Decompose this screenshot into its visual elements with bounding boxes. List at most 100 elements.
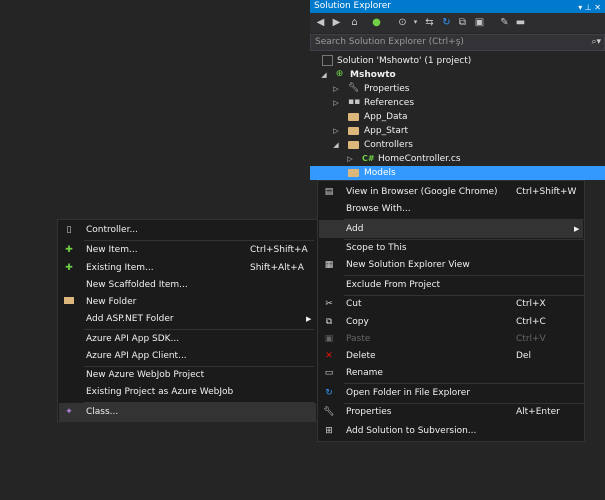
submenu-arrow-icon: ▶	[574, 225, 580, 233]
tree-item-properties[interactable]: ▷ 🔧︎ Properties	[310, 82, 605, 96]
tree-item-label: App_Data	[364, 112, 408, 122]
paste-icon: ▣	[324, 334, 334, 344]
collapsed-arrow-icon[interactable]: ▷	[332, 124, 340, 138]
tree-item-controllers[interactable]: ◢ Controllers	[310, 138, 605, 152]
menu-item-open-folder-in-file-explorer[interactable]: ↻ Open Folder in File Explorer	[319, 384, 583, 402]
folder-icon	[348, 141, 359, 149]
tree-item-label: Controllers	[364, 140, 413, 150]
preview-icon[interactable]: ▬	[514, 16, 527, 29]
properties-wrench-icon[interactable]: ✎	[498, 16, 511, 29]
existing-item-icon: ✚	[65, 263, 73, 273]
menu-item-label: New Scaffolded Item...	[86, 280, 188, 290]
collapsed-arrow-icon[interactable]: ▷	[332, 82, 340, 96]
menu-item-new-azure-webjob-project[interactable]: New Azure WebJob Project	[59, 366, 316, 384]
submenu-arrow-icon: ▶	[306, 315, 312, 323]
show-all-files-icon[interactable]: ▣	[473, 16, 486, 29]
tree-item-homecontroller[interactable]: ▷ C# HomeController.cs	[310, 152, 605, 166]
menu-item-label: Open Folder in File Explorer	[346, 388, 471, 398]
controller-icon: ▯	[66, 225, 72, 235]
context-menu: ▤ View in Browser (Google Chrome) Ctrl+S…	[317, 180, 585, 442]
menu-item-shortcut: Ctrl+V	[516, 334, 546, 344]
dropdown-arrow-icon[interactable]: ▾	[409, 16, 422, 29]
properties-icon: 🔧︎	[323, 407, 335, 417]
browser-icon: ▤	[324, 187, 334, 197]
tree-item-app-start[interactable]: ▷ App_Start	[310, 124, 605, 138]
subversion-icon: ⊞	[325, 426, 333, 436]
menu-item-label: Browse With...	[346, 204, 411, 214]
expanded-arrow-icon[interactable]: ◢	[320, 68, 328, 82]
rename-icon: ▭	[324, 368, 334, 378]
menu-item-label: New Solution Explorer View	[346, 260, 470, 270]
menu-item-class[interactable]: ✦ Class...	[59, 403, 316, 421]
menu-item-copy[interactable]: ⧉ Copy Ctrl+C	[319, 313, 583, 331]
tree-item-references[interactable]: ▷ ▪▪ References	[310, 96, 605, 110]
menu-item-label: Class...	[86, 407, 119, 417]
forward-icon[interactable]: ▶	[330, 16, 343, 29]
expanded-arrow-icon[interactable]: ◢	[332, 138, 340, 152]
menu-item-properties[interactable]: 🔧︎ Properties Alt+Enter	[319, 403, 583, 421]
menu-item-label: Existing Project as Azure WebJob	[86, 387, 234, 397]
menu-item-new-item[interactable]: ✚ New Item... Ctrl+Shift+A	[59, 241, 316, 259]
menu-item-browse-with[interactable]: Browse With...	[319, 200, 583, 218]
sync-view-icon[interactable]: ⊙	[396, 16, 409, 29]
back-icon[interactable]: ◀	[314, 16, 327, 29]
references-icon: ▪▪	[348, 97, 361, 107]
menu-item-label: Add ASP.NET Folder	[86, 314, 174, 324]
tree-item-label: App_Start	[364, 126, 409, 136]
tree-item-solution[interactable]: Solution 'Mshowto' (1 project)	[310, 54, 605, 68]
menu-item-new-scaffolded-item[interactable]: New Scaffolded Item...	[59, 276, 316, 294]
menu-item-label: Delete	[346, 351, 376, 361]
new-view-icon: ▦	[324, 260, 334, 270]
cut-icon: ✂	[325, 299, 333, 309]
menu-item-azure-api-app-client[interactable]: Azure API App Client...	[59, 347, 316, 365]
tree-item-label: HomeController.cs	[378, 154, 461, 164]
search-input[interactable]: Search Solution Explorer (Ctrl+ş) ⌕▾	[310, 34, 605, 51]
menu-item-label: Cut	[346, 299, 362, 309]
collapsed-arrow-icon[interactable]: ▷	[346, 152, 354, 166]
csharp-file-icon: C#	[362, 154, 375, 163]
new-folder-icon	[63, 296, 75, 308]
tree-item-models[interactable]: Models	[310, 166, 605, 180]
switch-views-icon[interactable]: ⇆	[423, 16, 436, 29]
menu-item-shortcut: Shift+Alt+A	[250, 263, 304, 273]
menu-item-rename[interactable]: ▭ Rename	[319, 364, 583, 382]
collapsed-arrow-icon[interactable]: ▷	[332, 96, 340, 110]
menu-item-add-aspnet-folder[interactable]: Add ASP.NET Folder ▶	[59, 310, 316, 328]
tree-item-label: References	[364, 98, 415, 108]
tree-item-project[interactable]: ◢ ⊕ Mshowto	[310, 68, 605, 82]
menu-item-label: Existing Item...	[86, 263, 154, 273]
menu-item-shortcut: Del	[516, 351, 531, 361]
refresh-icon[interactable]: ↻	[440, 16, 453, 29]
menu-item-label: Scope to This	[346, 243, 407, 253]
tree-item-app-data[interactable]: App_Data	[310, 110, 605, 124]
menu-item-existing-item[interactable]: ✚ Existing Item... Shift+Alt+A	[59, 259, 316, 277]
solution-icon	[322, 55, 333, 66]
solution-explorer-title-bar: Solution Explorer ▾ ⊥ ✕	[310, 0, 605, 13]
menu-item-controller[interactable]: ▯ Controller...	[59, 221, 316, 239]
add-submenu: ▯ Controller... ✚ New Item... Ctrl+Shift…	[57, 219, 318, 422]
menu-item-add[interactable]: Add ▶	[319, 220, 583, 238]
menu-item-paste[interactable]: ▣ Paste Ctrl+V	[319, 330, 583, 348]
menu-item-label: Add	[346, 224, 364, 234]
menu-item-exclude-from-project[interactable]: Exclude From Project	[319, 276, 583, 294]
collapse-all-icon[interactable]: ⧉	[456, 16, 469, 29]
menu-item-cut[interactable]: ✂ Cut Ctrl+X	[319, 295, 583, 313]
menu-item-shortcut: Ctrl+X	[516, 299, 546, 309]
menu-item-view-in-browser[interactable]: ▤ View in Browser (Google Chrome) Ctrl+S…	[319, 183, 583, 201]
menu-item-delete[interactable]: ✕ Delete Del	[319, 347, 583, 365]
menu-item-new-solution-explorer-view[interactable]: ▦ New Solution Explorer View	[319, 256, 583, 274]
copy-icon: ⧉	[325, 317, 333, 327]
menu-item-azure-api-app-sdk[interactable]: Azure API App SDK...	[59, 330, 316, 348]
menu-item-shortcut: Ctrl+C	[516, 317, 546, 327]
solution-explorer-toolbar: ◀ ▶ ⌂ ● ⊙ ▾ ⇆ ↻ ⧉ ▣ ✎ ▬	[310, 13, 605, 33]
search-icon[interactable]: ⌕▾	[591, 35, 601, 50]
menu-item-scope-to-this[interactable]: Scope to This	[319, 239, 583, 257]
tree-item-label: Mshowto	[350, 70, 396, 80]
menu-item-new-folder[interactable]: New Folder	[59, 293, 316, 311]
home-icon[interactable]: ⌂	[348, 16, 361, 29]
search-placeholder: Search Solution Explorer (Ctrl+ş)	[315, 37, 464, 47]
menu-item-existing-project-as-azure-webjob[interactable]: Existing Project as Azure WebJob	[59, 383, 316, 401]
pending-changes-icon[interactable]: ●	[370, 16, 383, 29]
folder-icon	[348, 169, 359, 177]
menu-item-add-solution-to-subversion[interactable]: ⊞ Add Solution to Subversion...	[319, 422, 583, 440]
